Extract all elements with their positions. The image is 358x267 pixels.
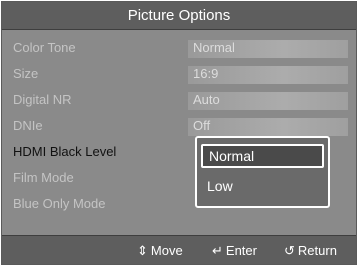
menu-item-value: Normal bbox=[193, 40, 235, 55]
hdmi-black-level-dropdown[interactable]: Normal Low bbox=[195, 136, 330, 208]
return-label: Return bbox=[297, 243, 337, 258]
menu-item-color-tone[interactable]: Color Tone Normal bbox=[2, 38, 356, 60]
enter-label: Enter bbox=[225, 243, 257, 258]
move-hint: ⇕ Move bbox=[137, 243, 183, 259]
menu-item-label: Digital NR bbox=[13, 92, 72, 107]
tv-osd-screen: Picture Options Color Tone Normal Size 1… bbox=[1, 1, 357, 265]
menu-item-label: Film Mode bbox=[13, 170, 74, 185]
menu-item-label: Size bbox=[13, 66, 39, 81]
menu-item-value: Off bbox=[193, 118, 211, 133]
enter-icon: ↵ bbox=[212, 243, 223, 258]
value-bar bbox=[188, 118, 348, 136]
dropdown-option-normal[interactable]: Normal bbox=[201, 144, 324, 168]
menu-item-digital-nr[interactable]: Digital NR Auto bbox=[2, 90, 356, 112]
menu-title: Picture Options bbox=[2, 2, 356, 30]
dropdown-option-low[interactable]: Low bbox=[201, 174, 324, 198]
return-hint: ↺ Return bbox=[284, 243, 337, 259]
updown-arrow-icon: ⇕ bbox=[137, 243, 148, 258]
menu-item-dnie[interactable]: DNIe Off bbox=[2, 116, 356, 138]
enter-hint: ↵ Enter bbox=[212, 243, 257, 259]
return-icon: ↺ bbox=[284, 243, 295, 258]
menu-item-value: Auto bbox=[193, 92, 220, 107]
menu-item-label: Color Tone bbox=[13, 40, 76, 55]
menu-item-size[interactable]: Size 16:9 bbox=[2, 64, 356, 86]
menu-item-label: DNIe bbox=[13, 118, 43, 133]
menu-item-value: 16:9 bbox=[193, 66, 219, 81]
menu-item-label: HDMI Black Level bbox=[13, 144, 117, 159]
move-label: Move bbox=[150, 243, 183, 258]
menu-item-label: Blue Only Mode bbox=[13, 196, 106, 211]
footer-hints: ⇕ Move ↵ Enter ↺ Return bbox=[2, 235, 356, 264]
